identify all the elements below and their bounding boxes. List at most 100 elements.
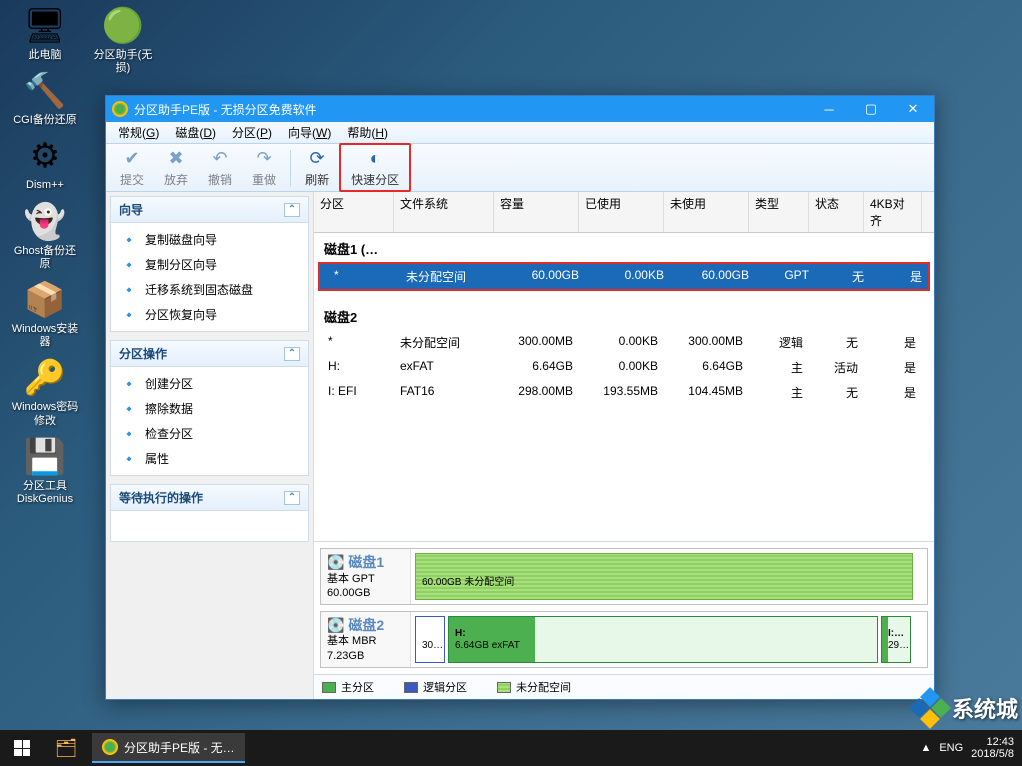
viz-segment[interactable]: 60.00GB 未分配空间 [415,553,913,600]
desktop-icons-col2: 🟢分区助手(无损) [88,5,158,75]
titlebar[interactable]: 分区助手PE版 - 无损分区免费软件 ─ ▢ ✕ [106,96,934,122]
clock-date: 2018/5/8 [971,748,1014,760]
desktop-icon[interactable]: 🔨 CGI备份还原 [10,70,80,127]
viz-segment[interactable]: 30… [415,616,445,663]
item-icon: 🔹 [121,376,137,392]
col-header[interactable]: 容量 [494,192,579,232]
col-header[interactable]: 分区 [314,192,394,232]
col-header[interactable]: 已使用 [579,192,664,232]
legend-unalloc: 未分配空间 [497,679,571,695]
menu-w[interactable]: 向导(W) [280,122,339,143]
clock-time: 12:43 [971,736,1014,748]
key-icon: 🔑 [24,357,66,399]
desktop-icon-label: CGI备份还原 [13,114,77,127]
toolbar-放弃[interactable]: ✖放弃 [154,145,198,190]
toolbar-撤销[interactable]: ↶撤销 [198,145,242,190]
table-row[interactable]: *未分配空间300.00MB0.00KB300.00MB逻辑无是 [314,330,934,355]
left-panel: 向导 ⌃ 🔹复制磁盘向导🔹复制分区向导🔹迁移系统到固态磁盘🔹分区恢复向导 分区操… [106,192,313,699]
toolbar-label: 撤销 [208,171,232,188]
table-row[interactable]: *未分配空间60.00GB0.00KB60.00GBGPT无是 [320,264,928,289]
panel-item[interactable]: 🔹创建分区 [111,371,308,396]
panel-item[interactable]: 🔹擦除数据 [111,396,308,421]
window-body: 向导 ⌃ 🔹复制磁盘向导🔹复制分区向导🔹迁移系统到固态磁盘🔹分区恢复向导 分区操… [106,192,934,699]
disk-header[interactable]: 磁盘1 (… [314,233,934,262]
col-header[interactable]: 4KB对齐 [864,192,922,232]
hammer-icon: 🔨 [24,70,66,112]
desktop: 🖥此电脑 🔨 CGI备份还原 ⚙Dism++ 👻Ghost备份还原 📦Windows安装器… [0,0,1022,766]
toolbar-重做[interactable]: ↷重做 [242,145,286,190]
desktop-icon[interactable]: 🔑Windows密码修改 [10,357,80,427]
minimize-button[interactable]: ─ [808,96,850,122]
close-button[interactable]: ✕ [892,96,934,122]
monitor-icon: 🖥 [24,5,66,47]
desktop-icon[interactable]: 👻Ghost备份还原 [10,201,80,271]
app-window: 分区助手PE版 - 无损分区免费软件 ─ ▢ ✕ 常规(G)磁盘(D)分区(P)… [105,95,935,700]
partition-ops-head[interactable]: 分区操作 ⌃ [111,341,308,367]
item-icon: 🔹 [121,282,137,298]
wizard-items: 🔹复制磁盘向导🔹复制分区向导🔹迁移系统到固态磁盘🔹分区恢复向导 [111,223,308,331]
desktop-icon[interactable]: 🖥此电脑 [10,5,80,62]
panel-item-label: 检查分区 [145,425,193,442]
partition-ops-items: 🔹创建分区🔹擦除数据🔹检查分区🔹属性 [111,367,308,475]
window-controls: ─ ▢ ✕ [808,96,934,122]
maximize-button[interactable]: ▢ [850,96,892,122]
toolbar-label: 快速分区 [351,171,399,188]
legend-primary: 主分区 [322,679,374,695]
desktop-icon[interactable]: ⚙Dism++ [10,135,80,192]
menu-p[interactable]: 分区(P) [224,122,280,143]
panel-item[interactable]: 🔹 检查分区 [111,421,308,446]
desktop-icon[interactable]: 📦Windows安装器 [10,279,80,349]
toolbar-快速分区[interactable]: ◐快速分区 [339,143,411,192]
tray-icon[interactable]: ▲ [920,742,931,754]
panel-item[interactable]: 🔹属性 [111,446,308,471]
table-row[interactable]: I: EFIFAT16298.00MB193.55MB104.45MB主无是 [314,380,934,405]
clock[interactable]: 12:43 2018/5/8 [971,736,1014,760]
viz-segment[interactable]: H:6.64GB exFAT [448,616,878,663]
col-header[interactable]: 未使用 [664,192,749,232]
right-panel: 分区文件系统容量已使用未使用类型状态4KB对齐 磁盘1 (…*未分配空间60.0… [313,192,934,699]
viz-segment[interactable]: I:…29… [881,616,911,663]
collapse-icon[interactable]: ⌃ [284,347,300,361]
table-row[interactable]: H:exFAT6.64GB0.00KB6.64GB主活动是 [314,355,934,380]
desktop-icon-label: Dism++ [26,179,64,192]
item-icon: 🔹 [121,426,137,442]
desktop-icon-label: Ghost备份还原 [10,245,80,271]
system-tray[interactable]: ▲ ENG 12:43 2018/5/8 [920,736,1022,760]
desktop-icon[interactable]: 🟢分区助手(无损) [88,5,158,75]
panel-item[interactable]: 🔹迁移系统到固态磁盘 [111,277,308,302]
col-header[interactable]: 类型 [749,192,809,232]
language-indicator[interactable]: ENG [939,742,963,754]
dg-icon: 💾 [24,436,66,478]
panel-item[interactable]: 🔹复制分区向导 [111,252,308,277]
panel-item[interactable]: 🔹分区恢复向导 [111,302,308,327]
toolbar-刷新[interactable]: ⟳刷新 [295,145,339,190]
item-icon: 🔹 [121,232,137,248]
disk-header[interactable]: 磁盘2 [314,301,934,330]
wizard-panel-head[interactable]: 向导 ⌃ [111,197,308,223]
col-header[interactable]: 文件系统 [394,192,494,232]
panel-item-label: 属性 [145,450,169,467]
viz-disk-label[interactable]: 💽 磁盘2基本 MBR7.23GB [321,612,411,667]
menu-h[interactable]: 帮助(H) [339,122,396,143]
taskbar: 🗂 分区助手PE版 - 无… ▲ ENG 12:43 2018/5/8 [0,730,1022,766]
menu-g[interactable]: 常规(G) [110,122,167,143]
col-header[interactable]: 状态 [809,192,864,232]
pending-head[interactable]: 等待执行的操作 ⌃ [111,485,308,511]
file-explorer-pin[interactable]: 🗂 [44,730,88,766]
watermark-logo-icon [912,690,948,726]
viz-disk-label[interactable]: 💽 磁盘1基本 GPT60.00GB [321,549,411,604]
app-icon [112,101,128,117]
collapse-icon[interactable]: ⌃ [284,203,300,217]
partition-ops-panel: 分区操作 ⌃ 🔹创建分区🔹擦除数据🔹检查分区🔹属性 [110,340,309,476]
taskbar-app-item[interactable]: 分区助手PE版 - 无… [92,733,245,763]
start-button[interactable] [0,730,44,766]
disk-visualization: 💽 磁盘1基本 GPT60.00GB60.00GB 未分配空间💽 磁盘2基本 M… [314,541,934,674]
toolbar-提交[interactable]: ✔提交 [110,145,154,190]
collapse-icon[interactable]: ⌃ [284,491,300,505]
disk-icon: 💽 磁盘1 [327,553,404,571]
desktop-icon[interactable]: 💾分区工具DiskGenius [10,436,80,506]
panel-item[interactable]: 🔹复制磁盘向导 [111,227,308,252]
menu-d[interactable]: 磁盘(D) [167,122,224,143]
menubar: 常规(G)磁盘(D)分区(P)向导(W)帮助(H) [106,122,934,144]
legend: 主分区 逻辑分区 未分配空间 [314,674,934,699]
